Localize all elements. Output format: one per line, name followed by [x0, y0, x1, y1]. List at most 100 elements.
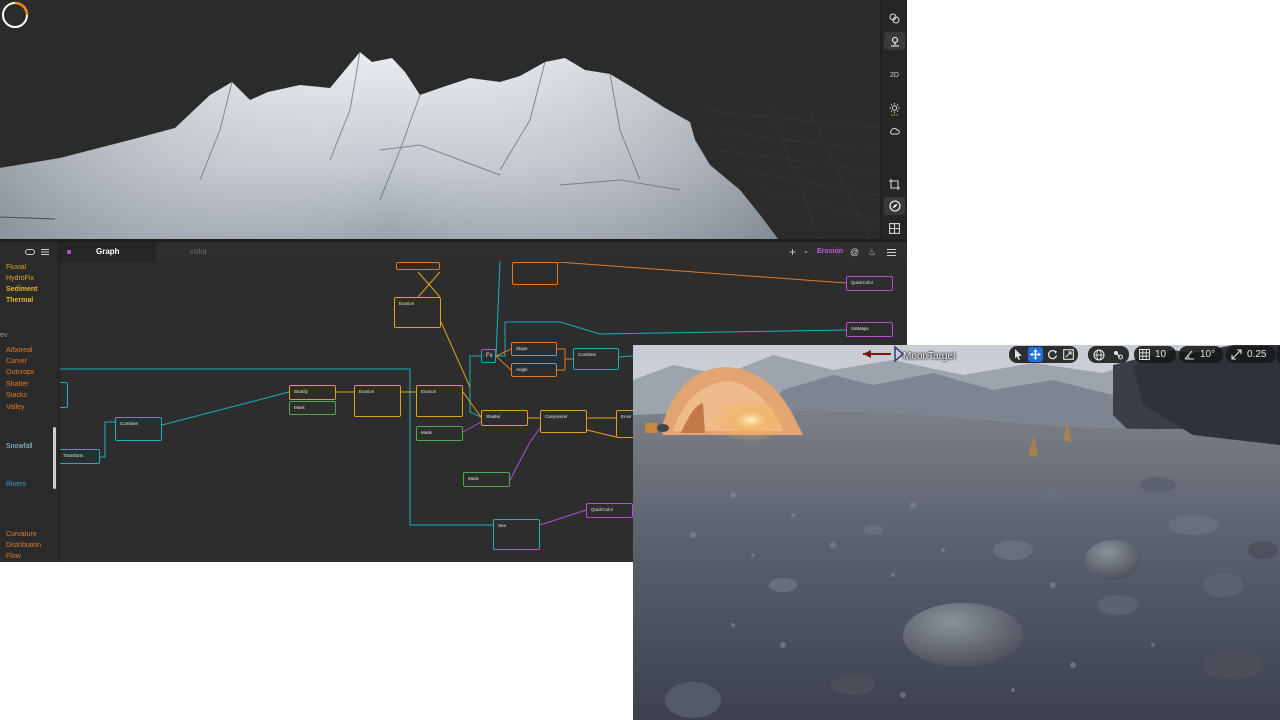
hamburger-menu-icon[interactable] — [887, 249, 896, 256]
grid-snap-icon[interactable] — [1137, 347, 1152, 362]
tab-color-label: color — [190, 247, 208, 256]
scale-icon[interactable] — [1061, 347, 1076, 362]
move-icon[interactable] — [1028, 347, 1043, 362]
terrain-3d-viewport[interactable] — [0, 0, 880, 239]
pin-icon[interactable] — [884, 32, 905, 50]
graph-wire — [556, 262, 847, 284]
graph-node-label: Stratify — [294, 389, 309, 394]
tab-graph-label: Graph — [96, 247, 120, 256]
graph-node-label: Mask — [421, 430, 432, 435]
library-item-curvature[interactable]: Curvature — [6, 531, 37, 538]
graph-node-label: Combine — [578, 352, 597, 357]
cloud-icon[interactable] — [884, 122, 905, 140]
node-library-panel: Fluvial HydroFix Sediment Thermal ev Arboreal… — [0, 242, 60, 562]
loading-ring-icon — [2, 1, 29, 28]
library-item-fluvial[interactable]: Fluvial — [6, 264, 26, 271]
hamburger-menu-icon[interactable] — [41, 249, 49, 255]
graph-node-partial[interactable] — [60, 382, 68, 408]
graph-node-label: Erosion — [421, 389, 437, 394]
transform-mode-group — [1009, 346, 1078, 363]
graph-node-label: QuickColor — [851, 280, 874, 285]
graph-wire — [495, 355, 512, 371]
library-item-sediment[interactable]: Sediment — [6, 286, 38, 293]
graph-wire — [557, 358, 573, 371]
graph-node-fx[interactable]: Fx — [481, 349, 496, 363]
graph-node-label: Transform — [63, 453, 84, 458]
library-item-snowfall[interactable]: Snowfall — [6, 443, 32, 450]
view-2d-label: 2D — [890, 71, 899, 79]
graph-node-sea[interactable]: Sea — [493, 519, 540, 550]
graph-node-combine[interactable]: Combine — [573, 348, 619, 370]
crop-frame-icon[interactable] — [884, 175, 905, 193]
rotate-icon[interactable] — [1045, 347, 1060, 362]
graph-node-erosion[interactable]: Erosion — [416, 385, 463, 417]
graph-node-label: Mask — [294, 405, 305, 410]
library-item-distribution[interactable]: Distribution — [6, 542, 41, 549]
library-item-thermal[interactable]: Thermal — [6, 297, 33, 304]
graph-node-quickcolor[interactable]: QuickColor — [586, 503, 633, 518]
plus-icon[interactable]: + — [789, 242, 796, 262]
graph-node-mask[interactable]: Mask — [463, 472, 510, 487]
grid-snap-group[interactable]: 10 — [1134, 346, 1176, 363]
graph-wire — [100, 421, 115, 458]
library-item-ev[interactable]: ev — [0, 332, 7, 339]
graph-node-label: Combine — [120, 421, 139, 426]
unreal-viewport-screenshot[interactable]: MoonTarget 10 10° 0.25 — [633, 345, 1280, 720]
at-icon[interactable]: @ — [850, 242, 859, 262]
sun-icon[interactable] — [884, 100, 905, 118]
library-item-rivers[interactable]: Rivers — [6, 481, 26, 488]
flame-icon[interactable]: ♨ — [868, 242, 876, 262]
angle-snap-icon[interactable] — [1182, 347, 1197, 362]
library-item-valley[interactable]: Valley — [6, 404, 25, 411]
surface-snap-icon[interactable] — [1110, 347, 1125, 362]
tab-color[interactable]: color — [190, 242, 207, 262]
library-item-arboreal[interactable]: Arboreal — [6, 347, 32, 354]
graph-wire — [495, 348, 512, 357]
tab-graph[interactable]: Graph — [60, 242, 156, 262]
graph-node-mask[interactable]: Mask — [416, 426, 463, 441]
graph-node-label: Erosion — [399, 301, 415, 306]
select-arrow-icon[interactable] — [1011, 347, 1026, 362]
scale-snap-icon[interactable] — [1229, 347, 1244, 362]
view-2d-icon[interactable]: 2D — [884, 66, 905, 84]
graph-node-erosion[interactable]: Erosion — [394, 297, 441, 328]
viewport-toolbar: 2D — [880, 0, 907, 239]
library-item-shatter[interactable]: Shatter — [6, 381, 29, 388]
graph-node-satmaps[interactable]: SatMaps — [846, 322, 893, 337]
library-item-flow[interactable]: Flow — [6, 553, 21, 560]
scale-snap-group[interactable]: 0.25 — [1226, 346, 1276, 363]
graph-node-canyonizer[interactable]: Canyonizer — [540, 410, 587, 433]
library-item-outcrops[interactable]: Outcrops — [6, 369, 34, 376]
graph-node-combine[interactable]: Combine — [115, 417, 162, 441]
library-item-stacks[interactable]: Stacks — [6, 392, 27, 399]
graph-node-stratify[interactable]: Stratify — [289, 385, 336, 400]
graph-node-transform[interactable]: Transform — [60, 449, 100, 464]
graph-node-quickcolor[interactable]: QuickColor — [846, 276, 893, 291]
graph-node-shatter[interactable]: Shatter — [481, 410, 528, 426]
graph-node-label: QuickColor — [591, 507, 614, 512]
library-scrollbar[interactable] — [53, 427, 56, 489]
chevron-down-icon[interactable]: ⌄ — [803, 242, 809, 262]
graph-wire — [539, 509, 587, 526]
graph-node-erosion[interactable]: Erosion — [354, 385, 401, 417]
graph-node-label: Fx — [486, 353, 493, 359]
compass-icon[interactable] — [884, 197, 905, 215]
angle-snap-value: 10° — [1200, 349, 1216, 360]
graph-node-partial[interactable] — [396, 262, 440, 270]
terrain-render — [0, 51, 880, 239]
graph-node-slope[interactable]: Slope — [511, 342, 557, 356]
graph-node-partial[interactable] — [512, 262, 558, 285]
moon-target-gizmo-icon[interactable] — [863, 345, 903, 363]
graph-wire — [440, 321, 471, 388]
globe-icon[interactable] — [1091, 347, 1106, 362]
grid-view-icon[interactable] — [884, 219, 905, 237]
layers-link-icon[interactable] — [884, 9, 905, 27]
library-item-carver[interactable]: Carver — [6, 358, 27, 365]
toggle-icon[interactable] — [25, 249, 35, 255]
graph-node-mask[interactable]: Mask — [289, 401, 336, 415]
graph-node-label: SatMaps — [851, 326, 869, 331]
angle-snap-group[interactable]: 10° — [1179, 346, 1223, 363]
graph-node-angle[interactable]: Angle — [511, 363, 557, 377]
library-item-hydrofix[interactable]: HydroFix — [6, 275, 34, 282]
graph-node-label: Mask — [468, 476, 479, 481]
